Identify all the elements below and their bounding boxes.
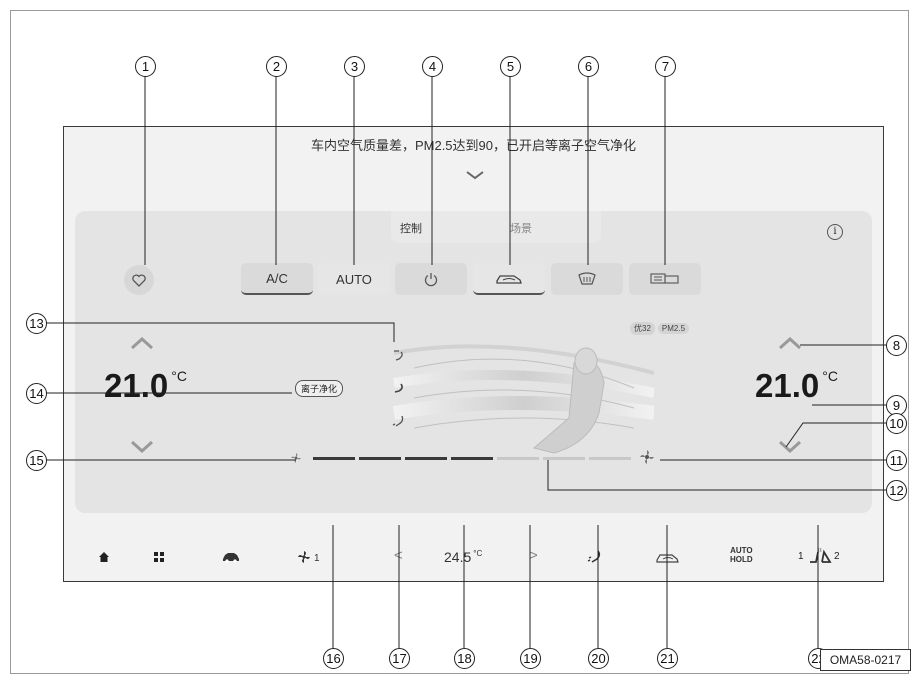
callout-5: 5 (500, 56, 521, 77)
callout-11: 11 (886, 450, 907, 471)
callout-2: 2 (266, 56, 287, 77)
callout-1: 1 (135, 56, 156, 77)
callout-13: 13 (26, 313, 47, 334)
callout-17: 17 (389, 648, 410, 669)
callout-19: 19 (520, 648, 541, 669)
callout-3: 3 (344, 56, 365, 77)
callout-21: 21 (657, 648, 678, 669)
figure-code: OMA58-0217 (820, 649, 911, 671)
callout-8: 8 (886, 335, 907, 356)
callout-20: 20 (588, 648, 609, 669)
callout-14: 14 (26, 383, 47, 404)
callout-10: 10 (886, 413, 907, 434)
callout-12: 12 (886, 480, 907, 501)
callout-18: 18 (454, 648, 475, 669)
callout-4: 4 (422, 56, 443, 77)
callout-15: 15 (26, 450, 47, 471)
callout-7: 7 (655, 56, 676, 77)
callout-6: 6 (578, 56, 599, 77)
callout-16: 16 (323, 648, 344, 669)
callout-leader-lines (36, 76, 886, 648)
